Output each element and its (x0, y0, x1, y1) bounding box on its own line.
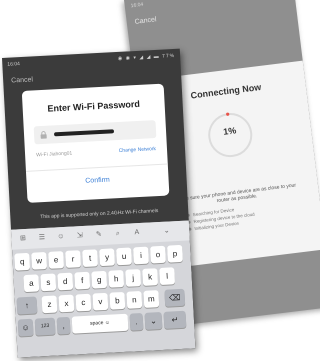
period-key[interactable]: . (129, 312, 144, 331)
status-time: 16:04 (7, 61, 21, 68)
connecting-title: Connecting Now (190, 81, 262, 101)
key-x[interactable]: x (58, 294, 75, 313)
key-j[interactable]: j (125, 269, 142, 287)
connection-steps: Searching for Device Registering device … (186, 204, 256, 233)
key-a[interactable]: a (23, 274, 40, 293)
key-l[interactable]: l (159, 267, 176, 286)
key-w[interactable]: w (31, 251, 48, 270)
status-time: 16:04 (130, 1, 144, 10)
key-q[interactable]: q (14, 252, 31, 271)
key-i[interactable]: i (133, 246, 149, 265)
key-p[interactable]: p (167, 244, 183, 263)
wifi-ssid: Wi-Fi Jiahong01 (35, 150, 73, 159)
key-d[interactable]: d (57, 272, 74, 291)
key-y[interactable]: y (99, 248, 116, 267)
enter-key[interactable]: ↵ (163, 310, 187, 329)
key-m[interactable]: m (143, 290, 160, 308)
cancel-button[interactable]: Cancel (134, 16, 156, 26)
status-bar: 16:04 ◉ ◉ ▾ ◢ ◢ ▬ 77% (7, 53, 175, 70)
keyboard: ⊞ ☰ ☺ ⇲ ✎ ⌕ A ⌄ q w e r t y u i o p a s … (11, 220, 196, 358)
password-mask (53, 129, 115, 137)
key-s[interactable]: s (40, 273, 57, 292)
key-g[interactable]: g (91, 270, 108, 289)
confirm-button[interactable]: Confirm (26, 173, 168, 187)
dialog-divider (25, 163, 168, 172)
space-key[interactable]: space ☺ (71, 313, 129, 334)
toolbar-list-icon[interactable]: ☰ (36, 233, 48, 244)
key-b[interactable]: b (109, 291, 126, 310)
key-v[interactable]: v (92, 292, 109, 311)
toolbar-collapse-icon[interactable]: ⌄ (161, 226, 173, 237)
status-icons: ◉ ◉ ▾ ◢ ◢ ▬ 77% (117, 52, 176, 62)
emoji-key[interactable]: ☺ (17, 318, 34, 337)
keyboard-row-4: ☺ 123 , space ☺ . ⌄ ↵ (16, 310, 195, 337)
toolbar-edit-icon[interactable]: ✎ (93, 230, 105, 241)
progress-indicator-dot (226, 112, 230, 116)
key-z[interactable]: z (41, 295, 58, 314)
key-f[interactable]: f (74, 271, 91, 290)
punctuation-key[interactable]: ⌄ (144, 311, 163, 330)
backspace-key[interactable]: ⌫ (164, 288, 186, 307)
shift-key[interactable]: ↑ (16, 296, 38, 315)
key-o[interactable]: o (150, 245, 166, 264)
toolbar-menu-icon[interactable]: ⊞ (17, 234, 29, 245)
cancel-button[interactable]: Cancel (11, 76, 33, 84)
password-input[interactable] (33, 120, 157, 145)
lock-icon (40, 131, 47, 139)
toolbar-emoji-icon[interactable]: ☺ (55, 232, 67, 243)
key-c[interactable]: c (75, 293, 92, 312)
key-u[interactable]: u (116, 247, 132, 266)
support-note: This app is supported only on 2.4GHz Wi-… (40, 208, 159, 221)
comma-key[interactable]: , (56, 316, 71, 335)
wifi-password-dialog: Enter Wi-Fi Password Wi-Fi Jiahong01 Cha… (21, 83, 170, 203)
toolbar-search-icon[interactable]: ⌕ (112, 229, 124, 240)
toolbar-font-icon[interactable]: A (131, 228, 143, 239)
key-k[interactable]: k (142, 268, 159, 286)
key-r[interactable]: r (65, 250, 82, 268)
key-h[interactable]: h (108, 269, 125, 288)
key-t[interactable]: t (82, 249, 99, 268)
status-bar: 16:04 ◉ ◉ ▾ ◢ ◢ ▬ (130, 0, 288, 11)
wifi-password-screen: 16:04 ◉ ◉ ▾ ◢ ◢ ▬ 77% Cancel Enter Wi-Fi… (2, 48, 196, 358)
key-n[interactable]: n (126, 291, 143, 309)
key-e[interactable]: e (48, 251, 65, 269)
toolbar-cursor-icon[interactable]: ⇲ (74, 231, 86, 242)
dialog-title: Enter Wi-Fi Password (47, 98, 141, 114)
numbers-key[interactable]: 123 (34, 317, 56, 336)
change-network-link[interactable]: Change Network (119, 146, 157, 154)
